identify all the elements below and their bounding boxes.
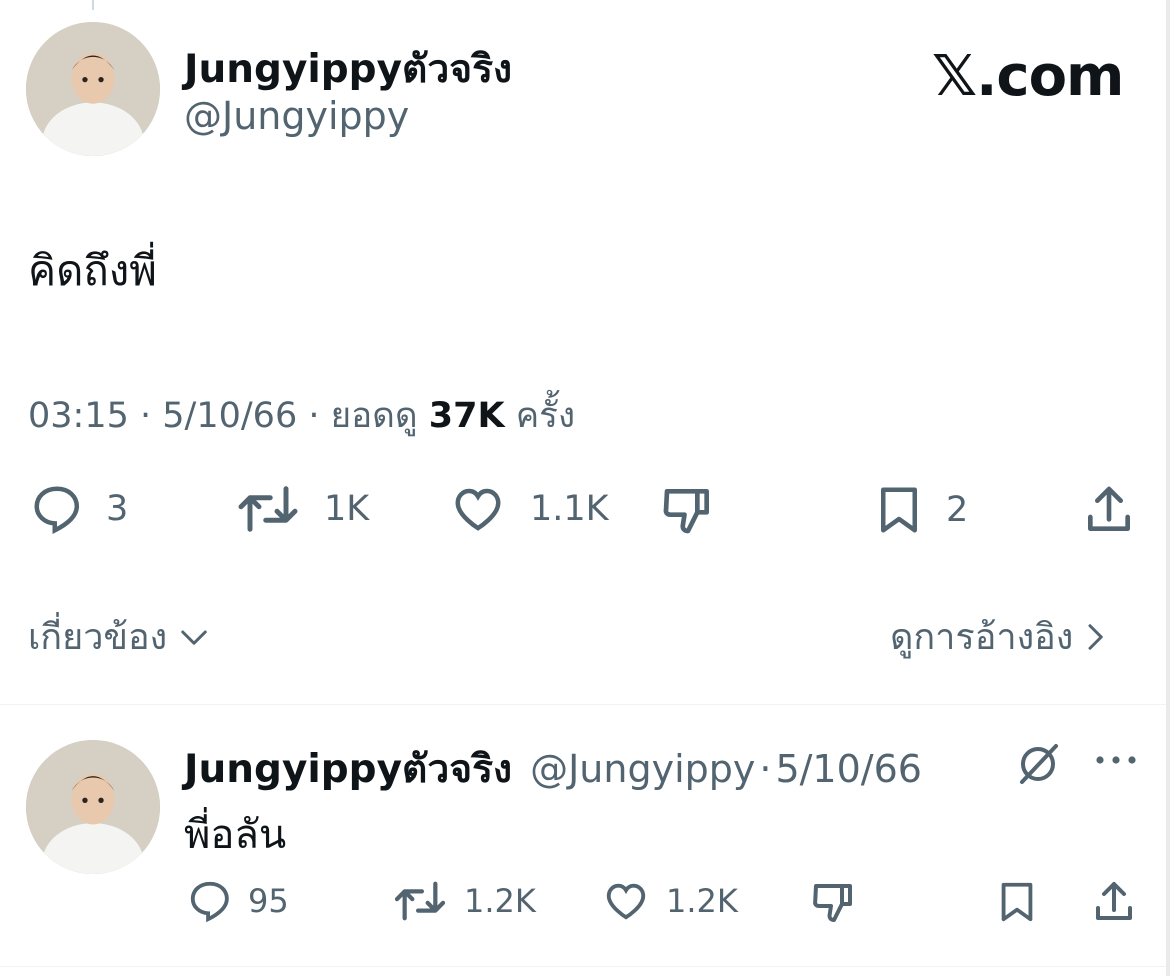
reply-like-button[interactable]: 1.2K <box>600 878 738 924</box>
grok-button[interactable] <box>1012 740 1064 792</box>
x-logo: 𝕏.com <box>932 44 1124 109</box>
divider <box>0 704 1166 705</box>
reply-reply-button[interactable]: 95 <box>186 878 289 924</box>
view-quotes-label: ดูการอ้างอิง <box>890 617 1074 658</box>
reply-text: พี่อลัน <box>184 812 287 858</box>
more-dots-icon <box>1096 756 1136 764</box>
thread-connector <box>92 0 94 10</box>
avatar-photo-icon <box>26 740 160 874</box>
bookmark-count: 2 <box>946 490 969 530</box>
dislike-button[interactable] <box>658 482 718 538</box>
divider <box>0 966 1166 967</box>
retweet-icon <box>394 881 446 921</box>
heart-icon <box>455 488 501 531</box>
more-button[interactable] <box>1094 748 1138 776</box>
meta-separator: · <box>140 396 163 436</box>
meta-separator: · <box>308 396 331 436</box>
reply-handle[interactable]: @Jungyippy <box>530 747 755 791</box>
like-count: 1.1K <box>530 489 609 529</box>
reply-avatar[interactable] <box>26 740 160 874</box>
reply-header: Jungyippyตัวจริง @Jungyippy · 5/10/66 <box>184 738 922 800</box>
chevron-down-icon <box>181 630 207 645</box>
related-label: เกี่ยวข้อง <box>28 617 168 658</box>
views-label: ยอดดู <box>330 396 418 436</box>
bookmark-icon <box>881 487 917 533</box>
reply-dislike-button[interactable] <box>808 878 860 926</box>
tweet-date[interactable]: 5/10/66 <box>162 396 297 436</box>
related-toggle[interactable]: เกี่ยวข้อง <box>28 608 209 665</box>
reply-bubble-icon <box>34 486 80 535</box>
grok-slash-icon <box>1020 744 1058 784</box>
user-handle[interactable]: @Jungyippy <box>184 94 409 138</box>
reply-bubble-icon <box>190 881 229 923</box>
retweet-count: 1K <box>324 489 370 529</box>
thumbs-down-icon <box>813 884 852 922</box>
bookmark-button[interactable]: 2 <box>872 482 968 538</box>
meta-separator: · <box>759 747 772 791</box>
bookmark-icon <box>1001 882 1033 922</box>
reply-like-count: 1.2K <box>666 882 738 920</box>
share-button[interactable] <box>1080 482 1138 538</box>
like-button[interactable]: 1.1K <box>446 482 609 536</box>
heart-icon <box>606 883 646 920</box>
reply-retweet-count: 1.2K <box>464 882 536 920</box>
reply-share-button[interactable] <box>1090 878 1138 926</box>
chevron-right-icon <box>1088 623 1104 650</box>
views-suffix: ครั้ง <box>515 396 576 436</box>
reply-count: 3 <box>106 489 129 529</box>
reply-bookmark-button[interactable] <box>994 878 1040 926</box>
display-name[interactable]: Jungyippyตัวจริง <box>184 38 512 100</box>
tweet-meta: 03:15 · 5/10/66 · ยอดดู 37K ครั้ง <box>28 388 575 443</box>
views-count: 37K <box>428 396 505 436</box>
thumbs-down-icon <box>663 489 709 534</box>
reply-display-name[interactable]: Jungyippyตัวจริง <box>184 738 512 800</box>
reply-reply-count: 95 <box>248 882 289 920</box>
reply-button[interactable]: 3 <box>28 482 128 536</box>
avatar-photo-icon <box>26 22 160 156</box>
avatar[interactable] <box>26 22 160 156</box>
scrollbar-track[interactable] <box>1166 0 1170 976</box>
retweet-icon <box>238 486 298 532</box>
share-icon <box>1096 882 1132 920</box>
retweet-button[interactable]: 1K <box>232 482 369 536</box>
reply-date[interactable]: 5/10/66 <box>775 747 922 791</box>
tweet-text: คิดถึงพี่ <box>28 246 157 295</box>
view-quotes-link[interactable]: ดูการอ้างอิง <box>890 608 1105 665</box>
share-icon <box>1088 486 1130 531</box>
tweet-time[interactable]: 03:15 <box>28 396 129 436</box>
reply-retweet-button[interactable]: 1.2K <box>390 878 536 924</box>
